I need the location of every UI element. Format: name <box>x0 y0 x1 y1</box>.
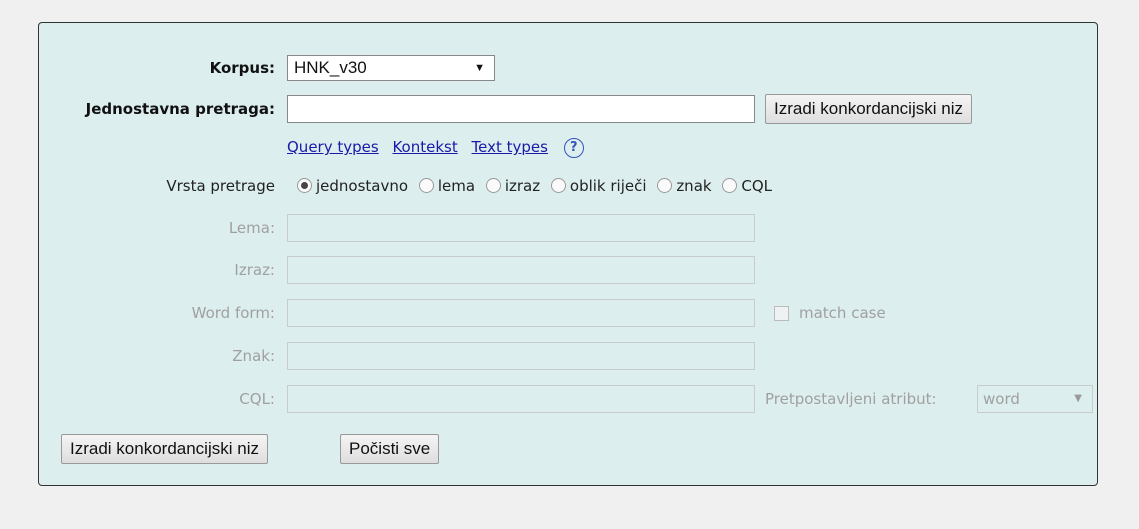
radio-label-izraz: izraz <box>504 177 541 195</box>
cql-label: CQL: <box>239 390 275 408</box>
znak-label: Znak: <box>232 347 275 365</box>
korpus-select[interactable]: HNK_v30 ▼ <box>287 55 495 81</box>
simple-search-row: Jednostavna pretraga: Izradi konkordanci… <box>39 94 1097 124</box>
match-case-label: match case <box>799 304 886 322</box>
izraz-input[interactable] <box>287 256 755 284</box>
lema-input[interactable] <box>287 214 755 242</box>
radio-jednostavno[interactable] <box>297 178 312 193</box>
radio-lema[interactable] <box>418 178 434 193</box>
text-types-link[interactable]: Text types <box>472 138 548 156</box>
radio-label-jednostavno: jednostavno <box>316 177 409 195</box>
radio-izraz[interactable] <box>485 178 501 193</box>
make-concordance-button[interactable]: Izradi konkordancijski niz <box>61 434 268 464</box>
lema-label: Lema: <box>228 219 275 237</box>
radio-label-oblik-rijeci: oblik riječi <box>569 177 647 195</box>
word-form-row: Word form: match case <box>39 298 1097 328</box>
query-type-radios: jednostavno lema izraz oblik riječi znak… <box>293 171 774 201</box>
options-links: Query types Kontekst Text types ? <box>287 132 584 162</box>
cql-input[interactable] <box>287 385 755 413</box>
dropdown-arrow-icon: ▼ <box>474 62 485 74</box>
radio-label-cql: CQL <box>741 177 772 195</box>
izraz-label: Izraz: <box>234 261 275 279</box>
make-concordance-button-top[interactable]: Izradi konkordancijski niz <box>765 94 972 124</box>
radio-cql[interactable] <box>722 178 738 193</box>
options-links-row: Query types Kontekst Text types ? <box>39 132 1097 162</box>
znak-input[interactable] <box>287 342 755 370</box>
word-form-input[interactable] <box>287 299 755 327</box>
korpus-value: HNK_v30 <box>294 58 367 77</box>
radio-oblik-rijeci[interactable] <box>550 178 566 193</box>
korpus-label: Korpus: <box>209 59 275 77</box>
match-case-checkbox[interactable] <box>774 306 789 321</box>
bottom-buttons-row: Izradi konkordancijski niz Počisti sve <box>39 434 1097 464</box>
radio-label-lema: lema <box>437 177 476 195</box>
dropdown-arrow-icon: ▼ <box>1074 393 1082 404</box>
default-attribute-value: word <box>983 390 1020 408</box>
korpus-row: Korpus: HNK_v30 ▼ <box>39 53 1097 83</box>
default-attribute-label: Pretpostavljeni atribut: <box>765 390 937 408</box>
kontekst-link[interactable]: Kontekst <box>392 138 457 156</box>
clear-all-button[interactable]: Počisti sve <box>340 434 440 464</box>
query-form-panel: Korpus: HNK_v30 ▼ Jednostavna pretraga: … <box>38 22 1098 486</box>
query-types-link[interactable]: Query types <box>287 138 379 156</box>
query-type-label: Vrsta pretrage <box>166 177 275 195</box>
default-attribute-select[interactable]: word ▼ <box>977 385 1093 413</box>
simple-search-input[interactable] <box>287 95 755 123</box>
radio-label-znak: znak <box>676 177 712 195</box>
help-icon[interactable]: ? <box>563 137 584 158</box>
simple-search-label: Jednostavna pretraga: <box>85 100 275 118</box>
izraz-row: Izraz: <box>39 255 1097 285</box>
cql-row: CQL: Pretpostavljeni atribut: word ▼ <box>39 384 1097 414</box>
lema-row: Lema: <box>39 213 1097 243</box>
znak-row: Znak: <box>39 341 1097 371</box>
word-form-label: Word form: <box>191 304 275 322</box>
radio-znak[interactable] <box>657 178 673 193</box>
query-type-row: Vrsta pretrage jednostavno lema izraz ob… <box>39 171 1097 201</box>
